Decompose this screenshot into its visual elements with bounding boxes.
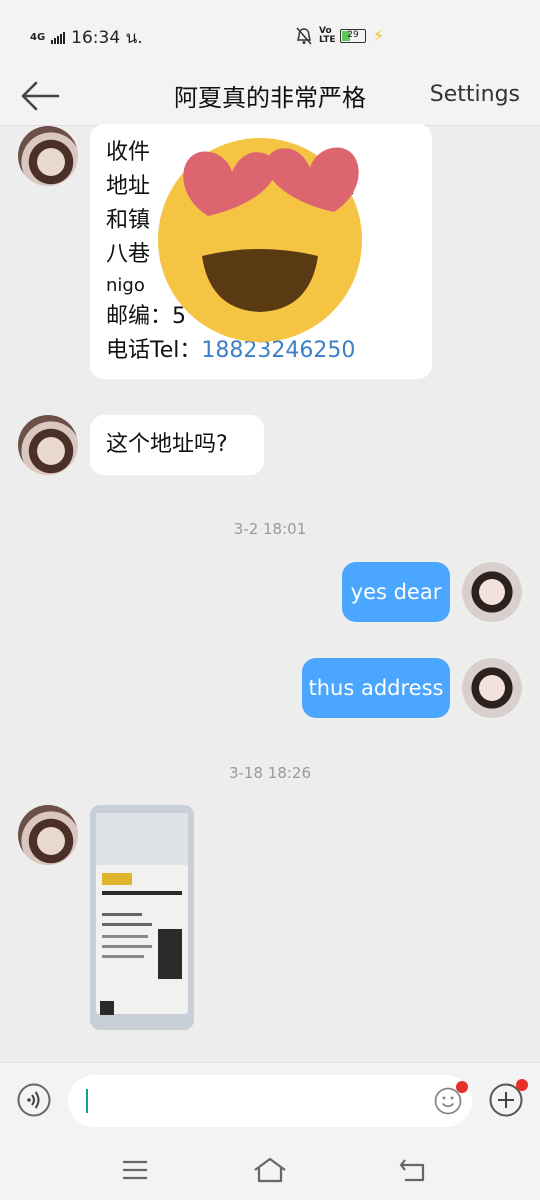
photo-handwriting-area: [96, 813, 188, 869]
contact-avatar[interactable]: [18, 805, 78, 865]
heart-eyes-emoji-sticker: [158, 138, 362, 342]
more-notification-dot: [516, 1079, 528, 1091]
mute-bell-icon: [296, 27, 312, 44]
photo-barcode: [158, 929, 182, 979]
nav-back-icon[interactable]: [397, 1156, 427, 1184]
signal-icon: [51, 31, 66, 44]
user-avatar[interactable]: [462, 658, 522, 718]
timestamp: 3-2 18:01: [233, 520, 307, 538]
status-time: 16:34 น.: [71, 28, 143, 48]
contact-avatar[interactable]: [18, 126, 78, 186]
photo-text-line: [102, 913, 142, 916]
charging-icon: ⚡: [373, 26, 385, 45]
image-message-shipping-label[interactable]: [90, 805, 194, 1030]
photo-text-line: [102, 955, 144, 958]
home-icon[interactable]: [253, 1156, 287, 1184]
photo-barcode: [102, 891, 182, 895]
sent-message: thus address: [302, 658, 450, 718]
battery-icon: 29: [340, 28, 366, 43]
voice-icon[interactable]: [17, 1083, 51, 1117]
user-avatar[interactable]: [462, 562, 522, 622]
received-message: 这个地址吗?: [90, 415, 264, 475]
photo-text-line: [102, 945, 152, 948]
menu-icon[interactable]: [120, 1156, 150, 1184]
photo-text-line: [102, 935, 148, 938]
system-nav-bar: [0, 1142, 540, 1200]
message-input[interactable]: [68, 1075, 472, 1127]
status-bar: 4G 16:34 น. Vo LTE 29 ⚡: [0, 0, 540, 68]
text-cursor: [86, 1089, 88, 1113]
chat-header: 阿夏真的非常严格 Settings: [0, 68, 540, 126]
input-bar: [0, 1062, 540, 1142]
settings-button[interactable]: Settings: [430, 82, 520, 107]
photo-text-line: [102, 923, 152, 926]
volte-icon: Vo LTE: [319, 25, 336, 45]
sent-message: yes dear: [342, 562, 450, 622]
contact-avatar[interactable]: [18, 415, 78, 475]
timestamp: 3-18 18:26: [228, 764, 312, 782]
network-type: 4G: [30, 31, 46, 43]
photo-logo: [102, 873, 132, 885]
emoji-notification-dot: [456, 1081, 468, 1093]
photo-qr-code: [100, 1001, 114, 1015]
